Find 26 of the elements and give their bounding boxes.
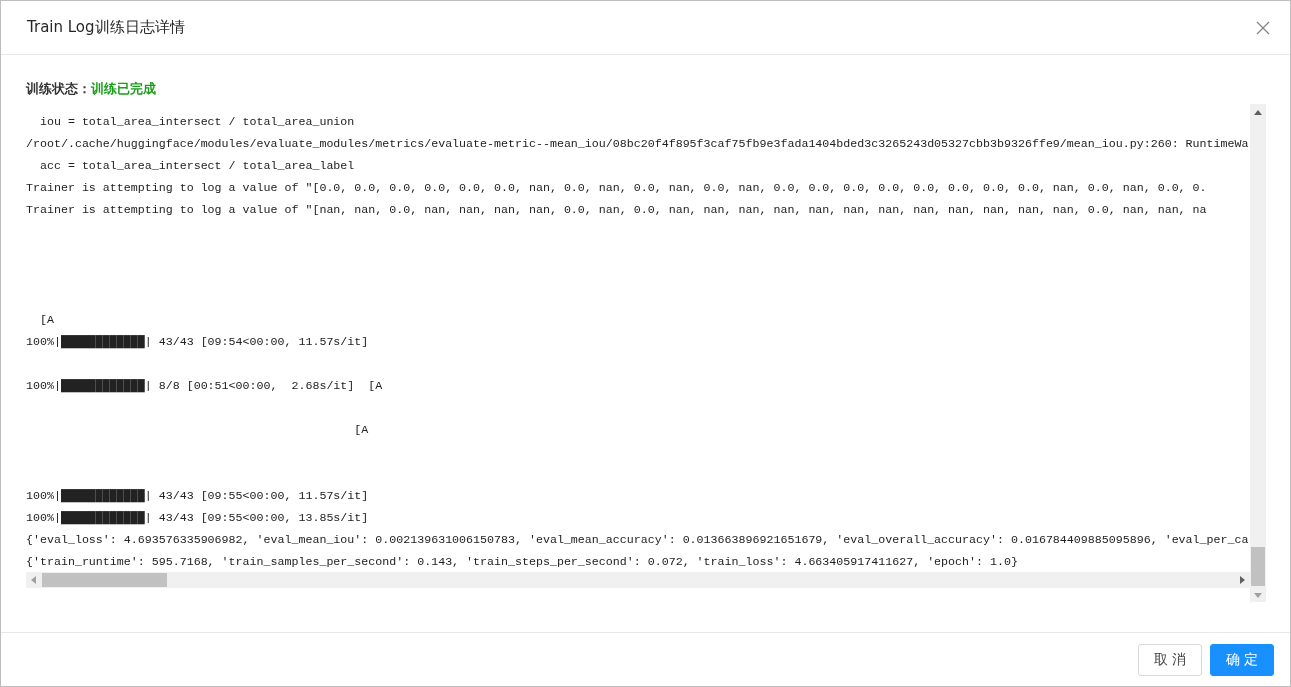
status-label: 训练状态： [26,81,91,98]
log-line: /root/.cache/huggingface/modules/evaluate_modules/metrics/evaluate-metric--mean_iou/08bc20f4f895f3caf75fb9e3fada1404bded3c3265243d05327cbb3b9326ffe9/mean_iou.py:260: RuntimeWa [26,136,1249,152]
log-line: acc = total_area_intersect / total_area_label [38,158,355,174]
horizontal-scrollbar[interactable] [26,572,1250,588]
log-line: Trainer is attempting to log a value of "[nan, nan, 0.0, nan, nan, nan, nan, 0.0, nan, 0.0, nan, nan, nan, nan, nan, nan, nan, nan, nan, nan, nan, nan, 0.0, nan, nan, na [26,202,1207,218]
scroll-left-icon[interactable] [31,576,36,584]
log-line: 100%|████████████| 43/43 [09:55<00:00, 13.85s/it] [26,510,369,527]
log-line: 100%|████████████| 43/43 [09:55<00:00, 11.57s/it] [26,488,369,505]
log-line: 100%|████████████| 43/43 [09:54<00:00, 11.57s/it] [26,334,369,351]
close-icon[interactable] [1256,20,1270,35]
status-value: 训练已完成 [91,81,156,98]
log-line: iou = total_area_intersect / total_area_union [38,114,355,130]
cancel-button[interactable]: 取 消 [1138,643,1202,676]
scroll-right-icon[interactable] [1240,576,1245,584]
log-line: [A [38,312,54,328]
log-line: Trainer is attempting to log a value of "[0.0, 0.0, 0.0, 0.0, 0.0, 0.0, nan, 0.0, nan, 0.0, nan, 0.0, nan, 0.0, 0.0, 0.0, 0.0, 0.0, 0.0, 0.0, 0.0, nan, 0.0, nan, 0.0, 0. [26,180,1207,196]
scrollbar-thumb[interactable] [1251,547,1265,586]
scroll-up-icon[interactable] [1254,110,1262,115]
dialog-title: Train Log训练日志详情 [27,18,185,37]
log-line: [A [353,422,369,438]
log-line: 100%|████████████| 8/8 [00:51<00:00, 2.68s/it] [A [26,378,383,395]
scrollbar-thumb[interactable] [42,573,167,587]
vertical-scrollbar[interactable] [1250,104,1266,602]
log-line: {'train_runtime': 595.7168, 'train_samples_per_second': 0.143, 'train_steps_per_second': 0.072, 'train_loss': 4.663405917411627, 'epoch': 1.0} [26,554,1018,570]
scroll-down-icon[interactable] [1254,593,1262,598]
log-line: {'eval_loss': 4.693576335906982, 'eval_mean_iou': 0.002139631006150783, 'eval_mean_accuracy': 0.013663896921651679, 'eval_overall_accuracy': 0.016784409885095896, 'eval_per_ca [26,532,1249,548]
